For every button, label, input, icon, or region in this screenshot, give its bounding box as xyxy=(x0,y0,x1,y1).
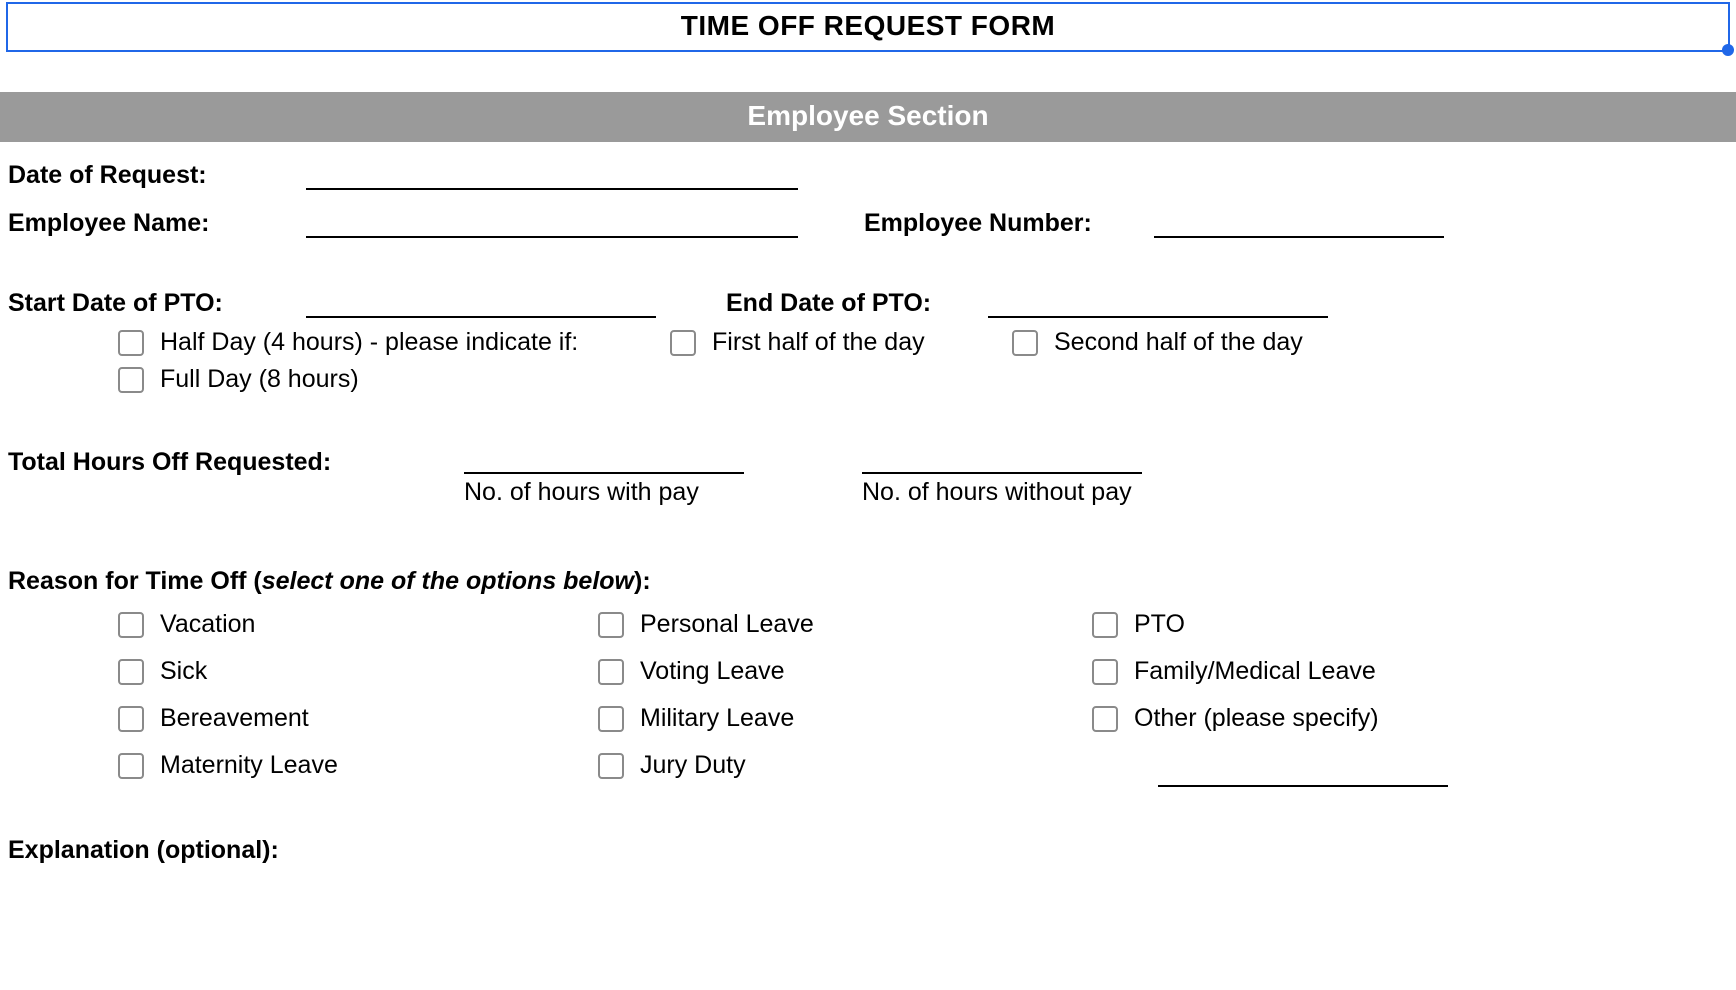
checkbox-first-half[interactable] xyxy=(670,330,696,356)
option-first-half: First half of the day xyxy=(712,328,1012,357)
input-other-specify[interactable] xyxy=(1158,757,1448,787)
caption-hours-with-pay: No. of hours with pay xyxy=(464,478,754,507)
reason-personal: Personal Leave xyxy=(640,610,814,639)
checkbox-second-half[interactable] xyxy=(1012,330,1038,356)
form-title: TIME OFF REQUEST FORM xyxy=(681,10,1056,41)
input-hours-with-pay[interactable] xyxy=(464,444,744,474)
reason-bereavement: Bereavement xyxy=(160,704,309,733)
label-end-date-pto: End Date of PTO: xyxy=(726,289,988,318)
reason-pto: PTO xyxy=(1134,610,1185,639)
reason-sick: Sick xyxy=(160,657,207,686)
reason-family-medical: Family/Medical Leave xyxy=(1134,657,1376,686)
checkbox-other[interactable] xyxy=(1092,706,1118,732)
option-half-day: Half Day (4 hours) - please indicate if: xyxy=(160,328,670,357)
checkbox-maternity[interactable] xyxy=(118,753,144,779)
reason-other: Other (please specify) xyxy=(1134,704,1379,733)
checkbox-voting[interactable] xyxy=(598,659,624,685)
checkbox-bereavement[interactable] xyxy=(118,706,144,732)
checkbox-sick[interactable] xyxy=(118,659,144,685)
form-body: Date of Request: Employee Name: Employee… xyxy=(0,160,1736,865)
label-employee-number: Employee Number: xyxy=(864,209,1154,238)
employee-section-header: Employee Section xyxy=(0,92,1736,142)
reason-jury: Jury Duty xyxy=(640,751,746,780)
form-title-box[interactable]: TIME OFF REQUEST FORM xyxy=(6,2,1730,52)
input-date-of-request[interactable] xyxy=(306,160,798,190)
reason-military: Military Leave xyxy=(640,704,794,733)
input-employee-number[interactable] xyxy=(1154,208,1444,238)
label-reason-italic: select one of the options below xyxy=(262,567,634,595)
option-full-day: Full Day (8 hours) xyxy=(160,365,359,394)
reason-column-3: PTO Family/Medical Leave Other (please s… xyxy=(1092,610,1448,792)
reason-voting: Voting Leave xyxy=(640,657,785,686)
checkbox-family-medical[interactable] xyxy=(1092,659,1118,685)
label-total-hours: Total Hours Off Requested: xyxy=(8,444,464,507)
label-date-of-request: Date of Request: xyxy=(8,161,306,190)
reason-vacation: Vacation xyxy=(160,610,255,639)
reason-column-1: Vacation Sick Bereavement Maternity Leav… xyxy=(118,610,598,792)
reason-maternity: Maternity Leave xyxy=(160,751,338,780)
checkbox-full-day[interactable] xyxy=(118,367,144,393)
reason-column-2: Personal Leave Voting Leave Military Lea… xyxy=(598,610,1092,792)
checkbox-jury[interactable] xyxy=(598,753,624,779)
label-explanation: Explanation (optional): xyxy=(8,836,279,864)
label-reason-suffix: ): xyxy=(634,567,651,595)
label-employee-name: Employee Name: xyxy=(8,209,306,238)
selection-handle[interactable] xyxy=(1722,44,1734,56)
checkbox-pto[interactable] xyxy=(1092,612,1118,638)
checkbox-half-day[interactable] xyxy=(118,330,144,356)
label-start-date-pto: Start Date of PTO: xyxy=(8,289,306,318)
checkbox-vacation[interactable] xyxy=(118,612,144,638)
option-second-half: Second half of the day xyxy=(1054,328,1303,357)
input-start-date-pto[interactable] xyxy=(306,288,656,318)
checkbox-military[interactable] xyxy=(598,706,624,732)
caption-hours-without-pay: No. of hours without pay xyxy=(862,478,1162,507)
input-end-date-pto[interactable] xyxy=(988,288,1328,318)
input-hours-without-pay[interactable] xyxy=(862,444,1142,474)
input-employee-name[interactable] xyxy=(306,208,798,238)
checkbox-personal[interactable] xyxy=(598,612,624,638)
label-reason-prefix: Reason for Time Off ( xyxy=(8,567,262,595)
